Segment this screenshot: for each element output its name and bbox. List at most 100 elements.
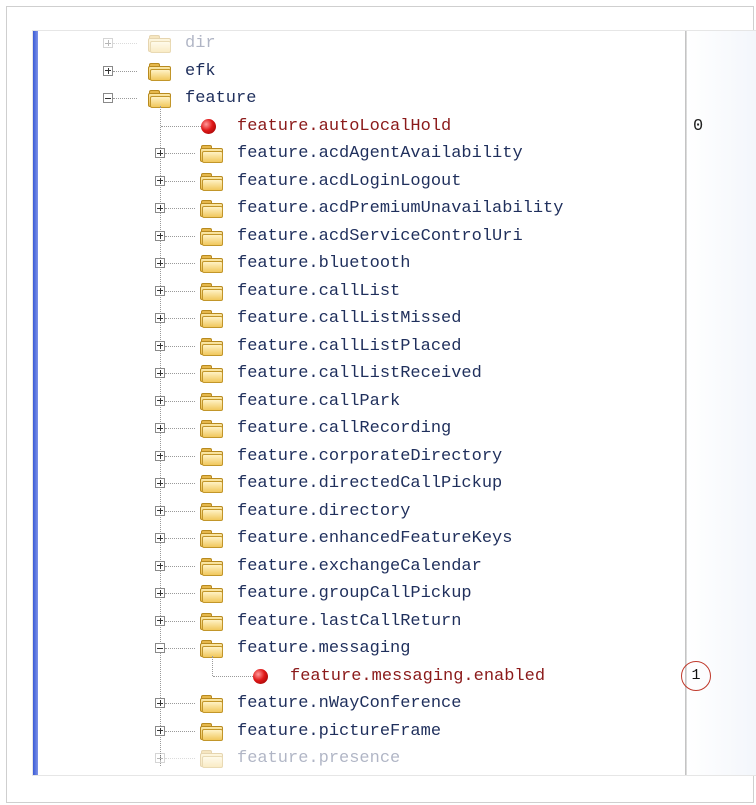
tree-folder-row[interactable]: feature.bluetooth — [33, 251, 756, 279]
expand-plus-icon[interactable] — [155, 423, 165, 433]
tree-node-label: feature.acdPremiumUnavailability — [237, 199, 564, 218]
expand-plus-icon[interactable] — [155, 615, 165, 626]
expand-plus-icon[interactable] — [155, 368, 165, 378]
tree-node-label: feature.corporateDirectory — [237, 446, 503, 466]
folder-icon-front — [202, 563, 223, 576]
tree-node-label: feature.messaging.enabled — [290, 666, 546, 686]
collapse-minus-icon[interactable] — [155, 643, 165, 653]
tree-node-label: feature.groupCallPickup — [237, 584, 472, 603]
tree-connector-line — [165, 180, 195, 182]
tree-folder-row[interactable]: feature.callListPlaced — [33, 334, 756, 362]
expand-plus-icon[interactable] — [155, 725, 165, 736]
tree-connector-line — [165, 538, 195, 539]
tree-connector-line — [165, 455, 195, 457]
tree-node-label: feature.bluetooth — [237, 254, 411, 273]
expand-plus-icon[interactable] — [155, 505, 165, 516]
tree-folder-row[interactable]: feature.presence — [33, 746, 756, 774]
folder-icon — [200, 722, 223, 741]
expand-plus-icon[interactable] — [155, 533, 165, 543]
tree-folder-row[interactable]: feature.directory — [33, 499, 756, 527]
expand-plus-icon[interactable] — [155, 258, 165, 268]
expand-plus-icon[interactable] — [155, 340, 165, 351]
tree-folder-row[interactable]: feature.acdAgentAvailability — [33, 141, 756, 169]
tree-node-dir[interactable]: dir — [33, 31, 756, 59]
expand-plus-icon[interactable] — [155, 450, 165, 461]
expand-plus-icon[interactable] — [103, 65, 113, 76]
tree-folder-row[interactable]: feature.acdLoginLogout — [33, 169, 756, 197]
tree-connector-line — [165, 263, 195, 264]
folder-icon — [200, 502, 223, 521]
folder-icon — [200, 172, 223, 191]
tree-folder-row[interactable]: feature.corporateDirectory — [33, 444, 756, 472]
expand-plus-icon[interactable] — [155, 148, 165, 158]
parameter-value[interactable]: 0 — [693, 117, 703, 137]
expand-plus-icon[interactable] — [155, 560, 165, 571]
tree-node-label: feature.acdServiceControlUri — [237, 226, 523, 246]
folder-icon — [200, 530, 223, 548]
expand-plus-icon[interactable] — [155, 313, 165, 323]
folder-icon-front — [202, 371, 223, 383]
tree-folder-row[interactable]: feature.acdPremiumUnavailability — [33, 196, 756, 224]
expand-plus-icon[interactable] — [155, 175, 165, 186]
folder-icon — [200, 392, 223, 411]
tree-node-label: feature.callPark — [237, 391, 401, 411]
folder-icon — [200, 447, 223, 466]
tree-connector-line — [113, 70, 137, 72]
expand-plus-icon[interactable] — [155, 478, 165, 488]
tree-folder-row[interactable]: feature.callList — [33, 279, 756, 307]
tree-folder-row[interactable]: feature.callRecording — [33, 416, 756, 444]
tree-node-label: feature.pictureFrame — [237, 721, 442, 741]
folder-icon-front — [202, 591, 223, 603]
tree-node-label: feature.callList — [237, 281, 401, 301]
folder-icon — [200, 227, 223, 246]
expand-plus-icon[interactable] — [155, 230, 165, 241]
tree-folder-row[interactable]: feature.callPark — [33, 389, 756, 417]
tree-folder-row[interactable]: feature.messaging — [33, 636, 756, 664]
tree-folder-row[interactable]: feature.callListReceived — [33, 361, 756, 389]
tree-folder-row[interactable]: feature.lastCallReturn — [33, 609, 756, 637]
folder-icon-front — [202, 261, 223, 273]
folder-icon-front — [202, 178, 223, 191]
collapse-minus-icon[interactable] — [103, 93, 113, 103]
config-tree-panel: dir efk feature feature.autoLocalHold 0 featu… — [32, 30, 756, 776]
tree-connector-line — [165, 565, 195, 567]
tree-node-label: feature — [185, 89, 257, 108]
expand-plus-icon[interactable] — [155, 588, 165, 598]
folder-icon — [200, 420, 223, 438]
tree-connector-line — [165, 620, 195, 622]
tree-folder-row[interactable]: feature.exchangeCalendar — [33, 554, 756, 582]
tree-folder-row[interactable]: feature.groupCallPickup — [33, 581, 756, 609]
expand-plus-icon[interactable] — [155, 698, 165, 708]
parameter-value-highlighted[interactable]: 1 — [681, 660, 711, 691]
tree-node-label: efk — [185, 61, 216, 81]
folder-icon-front — [202, 701, 223, 713]
tree-folder-row[interactable]: feature.directedCallPickup — [33, 471, 756, 499]
tree-node-feature[interactable]: feature — [33, 86, 756, 114]
tree-connector-line — [165, 235, 195, 237]
tree-folder-row[interactable]: feature.nWayConference — [33, 691, 756, 719]
expand-plus-icon[interactable] — [103, 38, 113, 48]
folder-icon-front — [202, 206, 223, 218]
tree-node-efk[interactable]: efk — [33, 59, 756, 87]
expand-plus-icon[interactable] — [155, 753, 165, 763]
tree-leaf-row[interactable]: feature.autoLocalHold 0 — [33, 114, 756, 142]
tree-folder-row[interactable]: feature.callListMissed — [33, 306, 756, 334]
expand-plus-icon[interactable] — [155, 395, 165, 406]
tree-node-label: feature.callListPlaced — [237, 336, 462, 356]
folder-icon — [200, 255, 223, 273]
tree-leaf-row[interactable]: feature.messaging.enabled 1 — [33, 655, 756, 692]
tree-folder-row[interactable]: feature.pictureFrame — [33, 719, 756, 747]
tree-connector-line — [165, 510, 195, 512]
tree-folder-row[interactable]: feature.acdServiceControlUri — [33, 224, 756, 252]
tree-connector-line — [165, 483, 195, 484]
expand-plus-icon[interactable] — [155, 285, 165, 296]
tree-folder-row[interactable]: feature.enhancedFeatureKeys — [33, 526, 756, 554]
tree-connector-line — [165, 290, 195, 292]
folder-icon-front — [202, 728, 223, 741]
folder-icon — [148, 62, 171, 81]
folder-icon — [200, 585, 223, 603]
tree-node-label: feature.callRecording — [237, 419, 452, 438]
expand-plus-icon[interactable] — [155, 203, 165, 213]
tree-node-label: feature.acdAgentAvailability — [237, 144, 523, 163]
folder-icon-front — [202, 756, 223, 768]
